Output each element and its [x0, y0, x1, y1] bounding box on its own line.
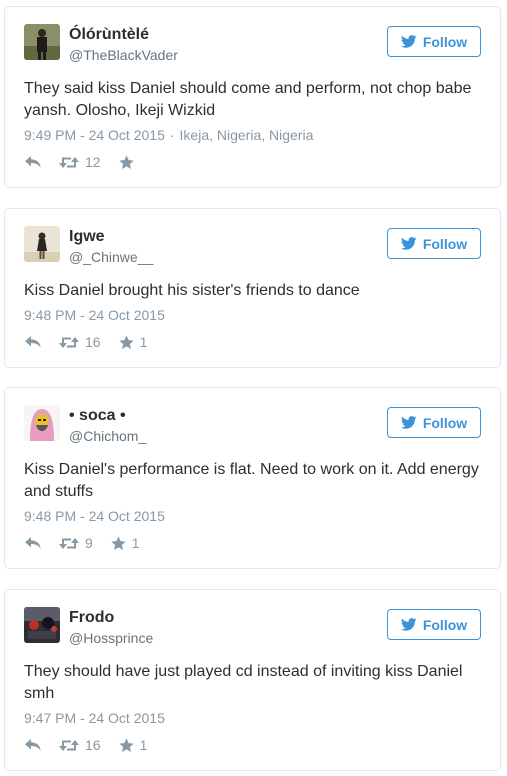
like-count: 1 [131, 535, 140, 551]
tweet-card: Frodo @Hossprince Follow They should hav… [4, 589, 501, 771]
display-name[interactable]: Igwe [69, 228, 105, 246]
tweet-actions: 16 1 [25, 736, 165, 754]
follow-button[interactable]: Follow [387, 228, 481, 259]
retweet-count: 12 [85, 154, 101, 170]
follow-button[interactable]: Follow [387, 609, 481, 640]
user-handle[interactable]: @Chichom_ [69, 428, 146, 444]
retweet-icon [59, 739, 79, 752]
star-icon [119, 738, 134, 753]
reply-icon [25, 156, 41, 168]
retweet-count: 9 [85, 535, 93, 551]
follow-label: Follow [422, 414, 468, 431]
like-button[interactable] [119, 155, 134, 170]
display-name[interactable]: • soca • [69, 407, 126, 425]
follow-button[interactable]: Follow [387, 26, 481, 57]
avatar[interactable] [24, 607, 60, 643]
tweet-timestamp[interactable]: 9:48 PM - 24 Oct 2015 [24, 508, 165, 524]
retweet-button[interactable]: 16 [59, 334, 101, 350]
star-icon [111, 536, 126, 551]
tweet-card: Igwe @_Chinwe__ Follow Kiss Daniel broug… [4, 208, 501, 368]
meta-separator: · [169, 127, 175, 143]
twitter-bird-icon [401, 237, 417, 250]
tweet-actions: 12 [25, 153, 152, 171]
user-handle[interactable]: @TheBlackVader [69, 47, 178, 63]
tweet-meta: 9:47 PM - 24 Oct 2015 [24, 710, 165, 726]
reply-button[interactable] [25, 336, 41, 348]
tweet-card: • soca • @Chichom_ Follow Kiss Daniel's … [4, 387, 501, 569]
retweet-count: 16 [85, 334, 101, 350]
retweet-button[interactable]: 9 [59, 535, 93, 551]
tweet-text: They should have just played cd instead … [24, 663, 463, 702]
follow-label: Follow [422, 616, 468, 633]
retweet-button[interactable]: 16 [59, 737, 101, 753]
reply-button[interactable] [25, 739, 41, 751]
tweet-timestamp[interactable]: 9:48 PM - 24 Oct 2015 [24, 307, 165, 323]
reply-icon [25, 537, 41, 549]
follow-label: Follow [422, 33, 468, 50]
tweet-text: Kiss Daniel's performance is flat. Need … [24, 461, 479, 500]
user-handle[interactable]: @Hossprince [69, 630, 153, 646]
tweet-text: They said kiss Daniel should come and pe… [24, 80, 472, 119]
display-name[interactable]: Frodo [69, 609, 114, 627]
tweet-meta: 9:49 PM - 24 Oct 2015 · Ikeja, Nigeria, Ni… [24, 127, 313, 143]
display-name[interactable]: Ólórùntèlé [69, 26, 149, 44]
tweet-timestamp[interactable]: 9:49 PM - 24 Oct 2015 [24, 127, 165, 143]
like-count: 1 [139, 737, 148, 753]
tweet-meta: 9:48 PM - 24 Oct 2015 [24, 508, 165, 524]
tweet-actions: 9 1 [25, 534, 158, 552]
retweet-button[interactable]: 12 [59, 154, 101, 170]
tweet-meta: 9:48 PM - 24 Oct 2015 [24, 307, 165, 323]
follow-button[interactable]: Follow [387, 407, 481, 438]
retweet-count: 16 [85, 737, 101, 753]
reply-button[interactable] [25, 537, 41, 549]
retweet-icon [59, 156, 79, 169]
user-handle[interactable]: @_Chinwe__ [69, 249, 153, 265]
like-button[interactable]: 1 [111, 535, 140, 551]
like-count: 1 [139, 334, 148, 350]
reply-icon [25, 336, 41, 348]
retweet-icon [59, 537, 79, 550]
twitter-bird-icon [401, 618, 417, 631]
tweet-timestamp[interactable]: 9:47 PM - 24 Oct 2015 [24, 710, 165, 726]
follow-label: Follow [422, 235, 468, 252]
star-icon [119, 155, 134, 170]
twitter-bird-icon [401, 35, 417, 48]
reply-icon [25, 739, 41, 751]
retweet-icon [59, 336, 79, 349]
reply-button[interactable] [25, 156, 41, 168]
tweet-actions: 16 1 [25, 333, 165, 351]
tweet-text: Kiss Daniel brought his sister's friends… [24, 282, 360, 299]
tweet-card: Ólórùntèlé @TheBlackVader Follow They sa… [4, 6, 501, 188]
avatar[interactable] [24, 226, 60, 262]
tweet-location[interactable]: Ikeja, Nigeria, Nigeria [180, 127, 314, 143]
like-button[interactable]: 1 [119, 737, 148, 753]
avatar[interactable] [24, 24, 60, 60]
star-icon [119, 335, 134, 350]
twitter-bird-icon [401, 416, 417, 429]
avatar[interactable] [24, 405, 60, 441]
like-button[interactable]: 1 [119, 334, 148, 350]
